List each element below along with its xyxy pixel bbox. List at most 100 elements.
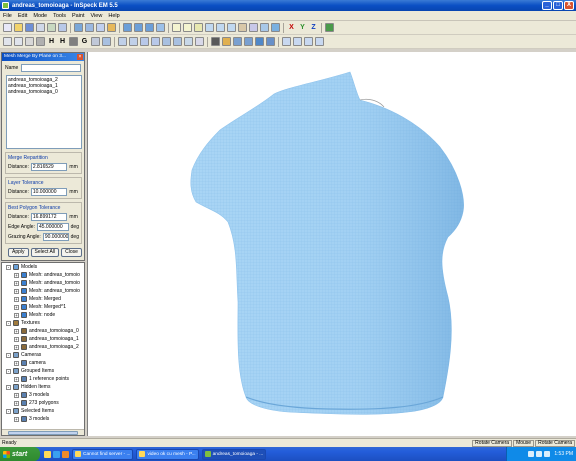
taskbar-button-video[interactable]: video ok cu mesh - P... — [136, 448, 199, 460]
lighting-icon[interactable] — [118, 37, 127, 46]
tree-category-row[interactable]: - Textures — [2, 319, 84, 327]
menu-view[interactable]: View — [91, 13, 103, 19]
model-listbox[interactable]: andreas_tomoioaga_2 andreas_tomoioaga_1 … — [6, 75, 82, 149]
list-item[interactable]: andreas_tomoioaga_0 — [8, 89, 80, 95]
tree-category-row[interactable]: - Models — [2, 263, 84, 271]
collapse-icon[interactable]: - — [6, 384, 11, 390]
fit-view-icon[interactable] — [151, 37, 160, 46]
lasso-icon[interactable] — [194, 23, 203, 32]
tree-item-row[interactable]: + Mesh: node — [2, 311, 84, 319]
minimize-button[interactable]: _ — [542, 1, 552, 10]
explorer-icon[interactable] — [44, 450, 51, 458]
polygon-distance-input[interactable]: 16.899172 — [30, 213, 68, 221]
model-copy-icon[interactable] — [244, 37, 253, 46]
tree-item-row[interactable]: +3 models — [2, 391, 84, 399]
open-folder-icon[interactable] — [14, 23, 23, 32]
align-icon[interactable] — [156, 23, 165, 32]
model-icon[interactable] — [233, 37, 242, 46]
expand-icon[interactable]: + — [14, 272, 19, 278]
merge-icon[interactable] — [249, 23, 258, 32]
expand-icon[interactable]: + — [14, 288, 19, 294]
dialog-close-button[interactable]: Close — [61, 248, 82, 257]
tree-item-row[interactable]: + andreas_tomoioaga_1 — [2, 335, 84, 343]
tree-category-row[interactable]: - Hidden Items — [2, 383, 84, 391]
fill-icon[interactable] — [260, 23, 269, 32]
x-axis-button[interactable]: X — [287, 23, 296, 32]
dialog-title-bar[interactable]: Mesh Merge By Plane on 3... × — [2, 53, 84, 61]
wireframe-icon[interactable] — [85, 23, 94, 32]
tree-item-row[interactable]: + Mesh: andreas_tomoio — [2, 271, 84, 279]
collapse-icon[interactable]: - — [6, 408, 11, 414]
expand-icon[interactable]: + — [14, 296, 19, 302]
tree-item-row[interactable]: + Mesh: andreas_tomoio — [2, 279, 84, 287]
snap-icon[interactable] — [184, 37, 193, 46]
ortho-icon[interactable] — [173, 37, 182, 46]
tree-item-row[interactable]: + Mesh: Merged — [2, 295, 84, 303]
menu-paint[interactable]: Paint — [72, 13, 85, 19]
render-icon[interactable] — [211, 37, 220, 46]
next-frame-icon[interactable] — [304, 37, 313, 46]
import-icon[interactable] — [36, 23, 45, 32]
mesh-tool-icon[interactable] — [271, 23, 280, 32]
tree-item-row[interactable]: + Mesh: andreas_tomoio — [2, 287, 84, 295]
tree-category-row[interactable]: - Grouped Items — [2, 367, 84, 375]
show-all-icon[interactable] — [69, 37, 78, 46]
select-all-button[interactable]: Select All — [30, 248, 60, 257]
expand-icon[interactable]: + — [14, 328, 19, 334]
maximize-button[interactable]: □ — [553, 1, 563, 10]
menu-file[interactable]: File — [3, 13, 12, 19]
ungroup-icon[interactable] — [91, 37, 100, 46]
tree-item-row[interactable]: + Mesh: Merged^1 — [2, 303, 84, 311]
merge-distance-input[interactable]: 2.816529 — [30, 163, 68, 171]
dialog-close-icon[interactable]: × — [77, 54, 83, 60]
y-axis-button[interactable]: Y — [298, 23, 307, 32]
select-icon[interactable] — [183, 23, 192, 32]
mesh-view-icon[interactable] — [74, 23, 83, 32]
view-reset-icon[interactable] — [140, 37, 149, 46]
3d-viewport[interactable] — [87, 52, 576, 436]
delete-icon[interactable] — [25, 37, 34, 46]
hide-icon[interactable] — [36, 37, 45, 46]
ie-icon[interactable] — [53, 450, 60, 458]
collapse-icon[interactable]: - — [6, 352, 11, 358]
print-icon[interactable] — [58, 23, 67, 32]
tree-horizontal-scrollbar[interactable] — [2, 429, 84, 435]
cube-top-icon[interactable] — [145, 23, 154, 32]
close-button[interactable]: X — [564, 1, 574, 10]
cube-front-icon[interactable] — [123, 23, 132, 32]
undo-icon[interactable] — [3, 37, 12, 46]
save-icon[interactable] — [25, 23, 34, 32]
menu-mode[interactable]: Mode — [33, 13, 47, 19]
network-icon[interactable] — [528, 451, 535, 457]
tree-item-row[interactable]: +273 polygons — [2, 399, 84, 407]
hide-selection-button[interactable]: H — [58, 37, 67, 46]
tree-category-row[interactable]: - Cameras — [2, 351, 84, 359]
expand-icon[interactable]: + — [14, 344, 19, 350]
expand-icon[interactable]: + — [14, 304, 19, 310]
grid-icon[interactable] — [195, 37, 204, 46]
first-frame-icon[interactable] — [282, 37, 291, 46]
expand-icon[interactable]: + — [14, 392, 19, 398]
expand-icon[interactable]: + — [14, 280, 19, 286]
apply-button[interactable]: Apply — [8, 248, 29, 257]
security-icon[interactable] — [544, 451, 551, 457]
layer-distance-input[interactable]: 10.000000 — [30, 188, 68, 196]
camera-icon[interactable] — [129, 37, 138, 46]
group-button[interactable]: G — [80, 37, 89, 46]
tree-item-row[interactable]: + andreas_tomoioaga_0 — [2, 327, 84, 335]
prev-frame-icon[interactable] — [293, 37, 302, 46]
grazing-angle-input[interactable]: 90.000000 — [42, 233, 69, 241]
menu-help[interactable]: Help — [108, 13, 119, 19]
perspective-icon[interactable] — [162, 37, 171, 46]
collapse-icon[interactable]: - — [6, 320, 11, 326]
texture-map-icon[interactable] — [222, 37, 231, 46]
menu-tools[interactable]: Tools — [53, 13, 66, 19]
redo-icon[interactable] — [14, 37, 23, 46]
excel-export-icon[interactable] — [325, 23, 334, 32]
lock-icon[interactable] — [102, 37, 111, 46]
title-bar[interactable]: andreas_tomoioaga - InSpeck EM 5.5 _ □ X — [0, 0, 576, 11]
tree-item-row[interactable]: + andreas_tomoioaga_2 — [2, 343, 84, 351]
expand-icon[interactable]: + — [14, 416, 19, 422]
last-frame-icon[interactable] — [315, 37, 324, 46]
shaded-icon[interactable] — [96, 23, 105, 32]
